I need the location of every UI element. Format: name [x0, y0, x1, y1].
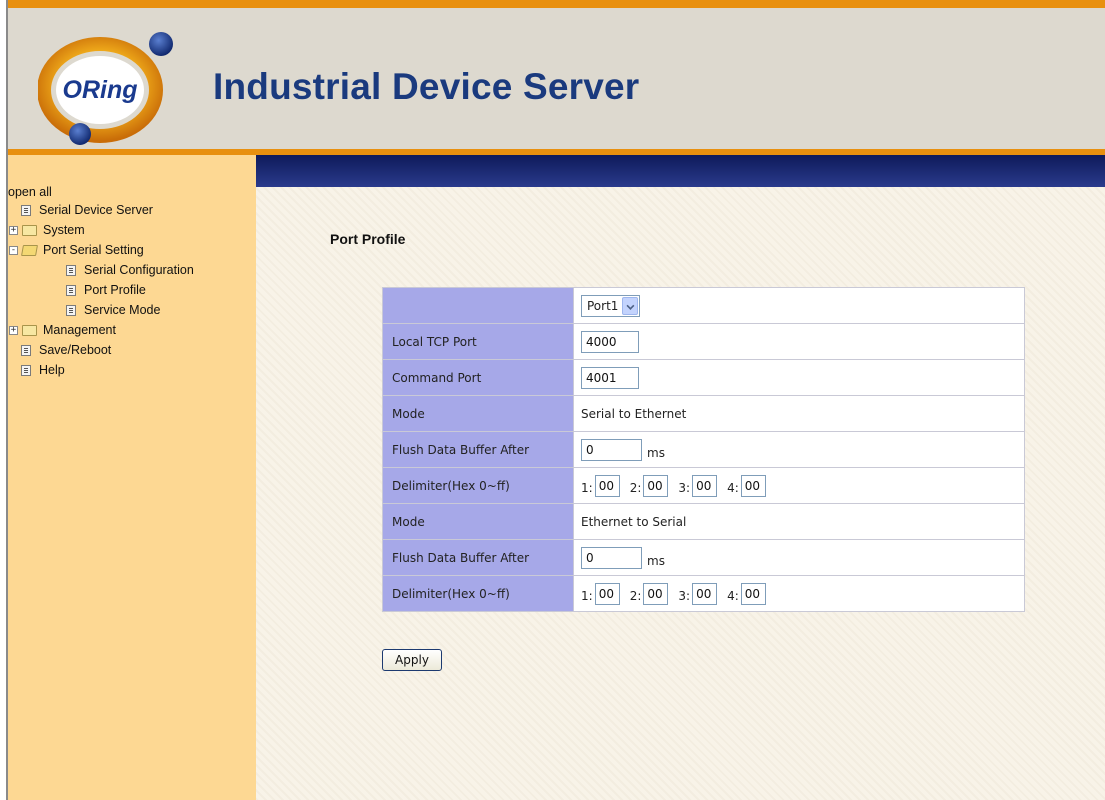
- delimiter-label: Delimiter(Hex 0~ff): [382, 467, 574, 504]
- delimiter-index-label: 2:: [629, 480, 642, 495]
- delimiter-index-label: 4:: [727, 588, 739, 603]
- delimiter-index-label: 4:: [727, 480, 739, 495]
- sidebar-item-help[interactable]: Help: [21, 362, 65, 379]
- unit-label: ms: [647, 554, 665, 568]
- delimiter-1-input[interactable]: [594, 474, 620, 497]
- value-cell: ms: [573, 539, 1025, 576]
- sidebar-item-label: Port Serial Setting: [43, 243, 144, 257]
- value-cell: [573, 359, 1025, 396]
- command-port-label: Command Port: [382, 359, 574, 396]
- document-icon: [21, 345, 31, 356]
- flush-buffer-input[interactable]: [581, 546, 642, 569]
- table-row: Flush Data Buffer After ms: [382, 539, 1025, 576]
- chevron-down-icon[interactable]: [622, 296, 639, 315]
- sidebar-item-label: Management: [43, 323, 116, 337]
- port-profile-table: Port1 Local TCP Port Command Port Mode: [382, 287, 1025, 612]
- document-icon: [66, 285, 76, 296]
- collapse-minus-icon[interactable]: -: [9, 246, 18, 255]
- sidebar-item-label: Port Profile: [84, 283, 146, 297]
- local-tcp-port-label: Local TCP Port: [382, 323, 574, 360]
- value-cell: ms: [573, 431, 1025, 468]
- sidebar-item-service-mode[interactable]: Service Mode: [66, 302, 160, 319]
- top-nav-bar: [256, 155, 1105, 187]
- table-row: Local TCP Port: [382, 323, 1025, 360]
- delimiter-index-label: 1:: [581, 480, 593, 495]
- value-cell: Port1: [573, 287, 1025, 324]
- delimiter-3-input[interactable]: [692, 474, 718, 497]
- delimiter-2-input[interactable]: [643, 474, 669, 497]
- folder-open-icon: [21, 245, 38, 256]
- document-icon: [21, 365, 31, 376]
- app-title: Industrial Device Server: [213, 66, 640, 107]
- table-row: Mode Serial to Ethernet: [382, 395, 1025, 432]
- document-icon: [21, 205, 31, 216]
- expand-plus-icon[interactable]: +: [9, 326, 18, 335]
- sidebar-item-label: System: [43, 223, 85, 237]
- local-tcp-port-input[interactable]: [581, 330, 639, 353]
- delimiter-4-input[interactable]: [740, 474, 766, 497]
- page-title: Port Profile: [330, 231, 406, 247]
- label-cell: [382, 287, 574, 324]
- folder-icon: [22, 325, 37, 336]
- port-select[interactable]: Port1: [581, 294, 641, 317]
- open-all-link[interactable]: open all: [8, 184, 52, 201]
- delimiter-2-input[interactable]: [643, 582, 669, 605]
- flush-buffer-label: Flush Data Buffer After: [382, 431, 574, 468]
- delimiter-1-input[interactable]: [594, 582, 620, 605]
- command-port-input[interactable]: [581, 366, 639, 389]
- app-frame: ORing Industrial Device Server open all …: [6, 0, 1105, 800]
- sidebar-item-port-serial-setting[interactable]: - Port Serial Setting: [9, 242, 144, 259]
- folder-icon: [22, 225, 37, 236]
- sidebar-item-port-profile[interactable]: Port Profile: [66, 282, 146, 299]
- mode-value: Serial to Ethernet: [573, 395, 1025, 432]
- oring-logo: ORing: [38, 32, 173, 145]
- delimiter-4-input[interactable]: [740, 582, 766, 605]
- delimiter-index-label: 2:: [629, 588, 642, 603]
- sidebar-item-label: Help: [39, 363, 65, 377]
- value-cell: [573, 323, 1025, 360]
- main-content: Port Profile Port1 Local TCP Port Comm: [256, 187, 1105, 800]
- expand-plus-icon[interactable]: +: [9, 226, 18, 235]
- delimiter-3-input[interactable]: [692, 582, 718, 605]
- sidebar-item-save-reboot[interactable]: Save/Reboot: [21, 342, 111, 359]
- flush-buffer-input[interactable]: [581, 438, 642, 461]
- unit-label: ms: [647, 446, 665, 460]
- table-row: Delimiter(Hex 0~ff) 1: 2: 3: 4:: [382, 575, 1025, 612]
- delimiter-index-label: 3:: [678, 480, 691, 495]
- value-cell: 1: 2: 3: 4:: [573, 575, 1025, 612]
- logo-text: ORing: [63, 76, 138, 104]
- mode-label: Mode: [382, 395, 574, 432]
- sidebar-item-system[interactable]: + System: [9, 222, 85, 239]
- table-row: Flush Data Buffer After ms: [382, 431, 1025, 468]
- sidebar-item-label: Serial Device Server: [39, 203, 153, 217]
- table-row: Mode Ethernet to Serial: [382, 503, 1025, 540]
- sidebar-item-label: Service Mode: [84, 303, 161, 317]
- mode-label: Mode: [382, 503, 574, 540]
- value-cell: 1: 2: 3: 4:: [573, 467, 1025, 504]
- mode-value: Ethernet to Serial: [573, 503, 1025, 540]
- sidebar-item-serial-configuration[interactable]: Serial Configuration: [66, 262, 194, 279]
- delimiter-label: Delimiter(Hex 0~ff): [382, 575, 574, 612]
- table-row: Command Port: [382, 359, 1025, 396]
- header-banner: ORing Industrial Device Server: [8, 0, 1105, 155]
- table-row: Port1: [382, 287, 1025, 324]
- apply-button[interactable]: Apply: [382, 649, 442, 671]
- sidebar-item-serial-device-server[interactable]: Serial Device Server: [21, 202, 153, 219]
- port-select-value: Port1: [587, 298, 619, 313]
- sidebar-nav: open all Serial Device Server + System -…: [8, 155, 256, 800]
- document-icon: [66, 265, 76, 276]
- delimiter-index-label: 1:: [581, 588, 593, 603]
- delimiter-index-label: 3:: [678, 588, 691, 603]
- sidebar-item-label: Save/Reboot: [39, 343, 112, 357]
- flush-buffer-label: Flush Data Buffer After: [382, 539, 574, 576]
- sidebar-item-management[interactable]: + Management: [9, 322, 116, 339]
- document-icon: [66, 305, 76, 316]
- sidebar-item-label: Serial Configuration: [84, 263, 194, 277]
- table-row: Delimiter(Hex 0~ff) 1: 2: 3: 4:: [382, 467, 1025, 504]
